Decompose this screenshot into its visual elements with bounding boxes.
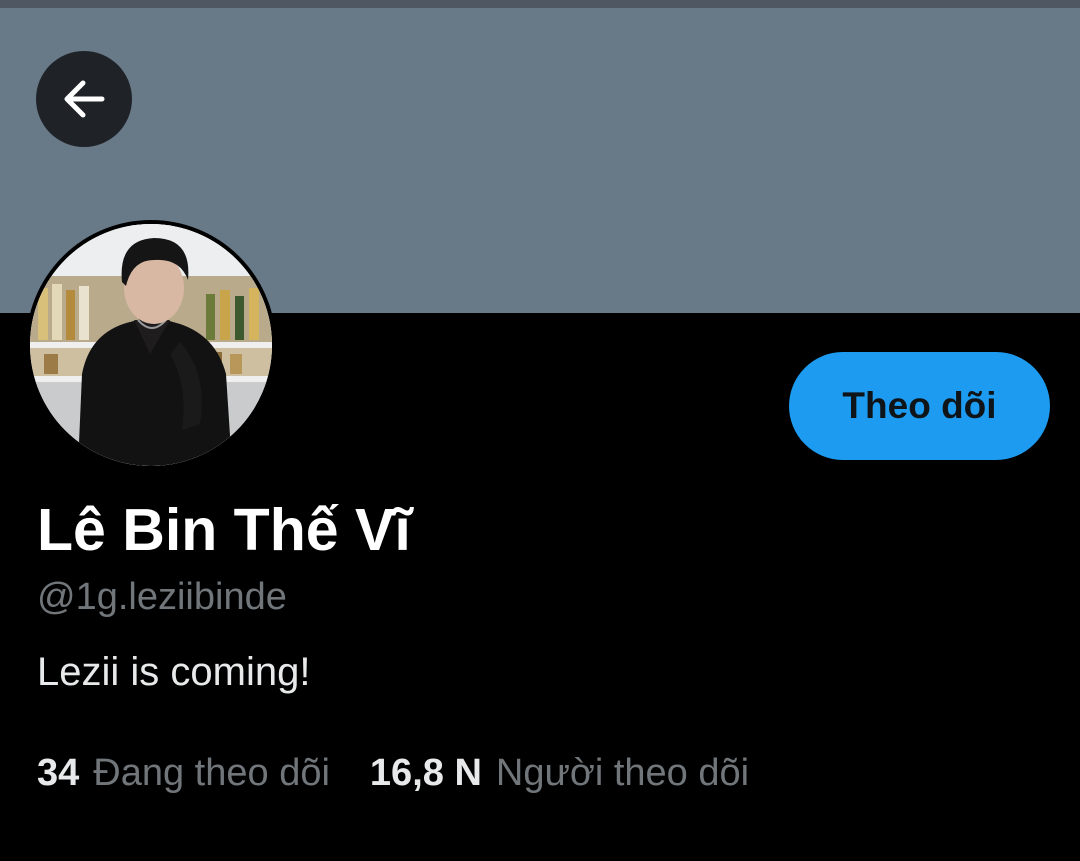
- back-button[interactable]: [36, 51, 132, 147]
- followers-label: Người theo dõi: [495, 752, 750, 794]
- following-link[interactable]: 34 Đang theo dõi: [37, 750, 330, 796]
- display-name: Lê Bin Thế Vĩ: [37, 497, 411, 563]
- profile-page: Theo dõi Lê Bin Thế Vĩ @1g.leziibinde Le…: [0, 0, 1080, 861]
- followers-count: 16,8 N: [369, 752, 482, 794]
- arrow-left-icon: [58, 73, 110, 125]
- following-label: Đang theo dõi: [93, 752, 330, 794]
- follow-button[interactable]: Theo dõi: [789, 352, 1050, 460]
- followers-link[interactable]: 16,8 N Người theo dõi: [370, 750, 749, 796]
- profile-bio: Lezii is coming!: [37, 650, 311, 694]
- avatar[interactable]: [26, 220, 276, 470]
- status-strip: [0, 0, 1080, 8]
- following-count: 34: [37, 752, 80, 794]
- user-handle: @1g.leziibinde: [37, 576, 287, 618]
- profile-stats: 34 Đang theo dõi 16,8 N Người theo dõi: [37, 750, 749, 796]
